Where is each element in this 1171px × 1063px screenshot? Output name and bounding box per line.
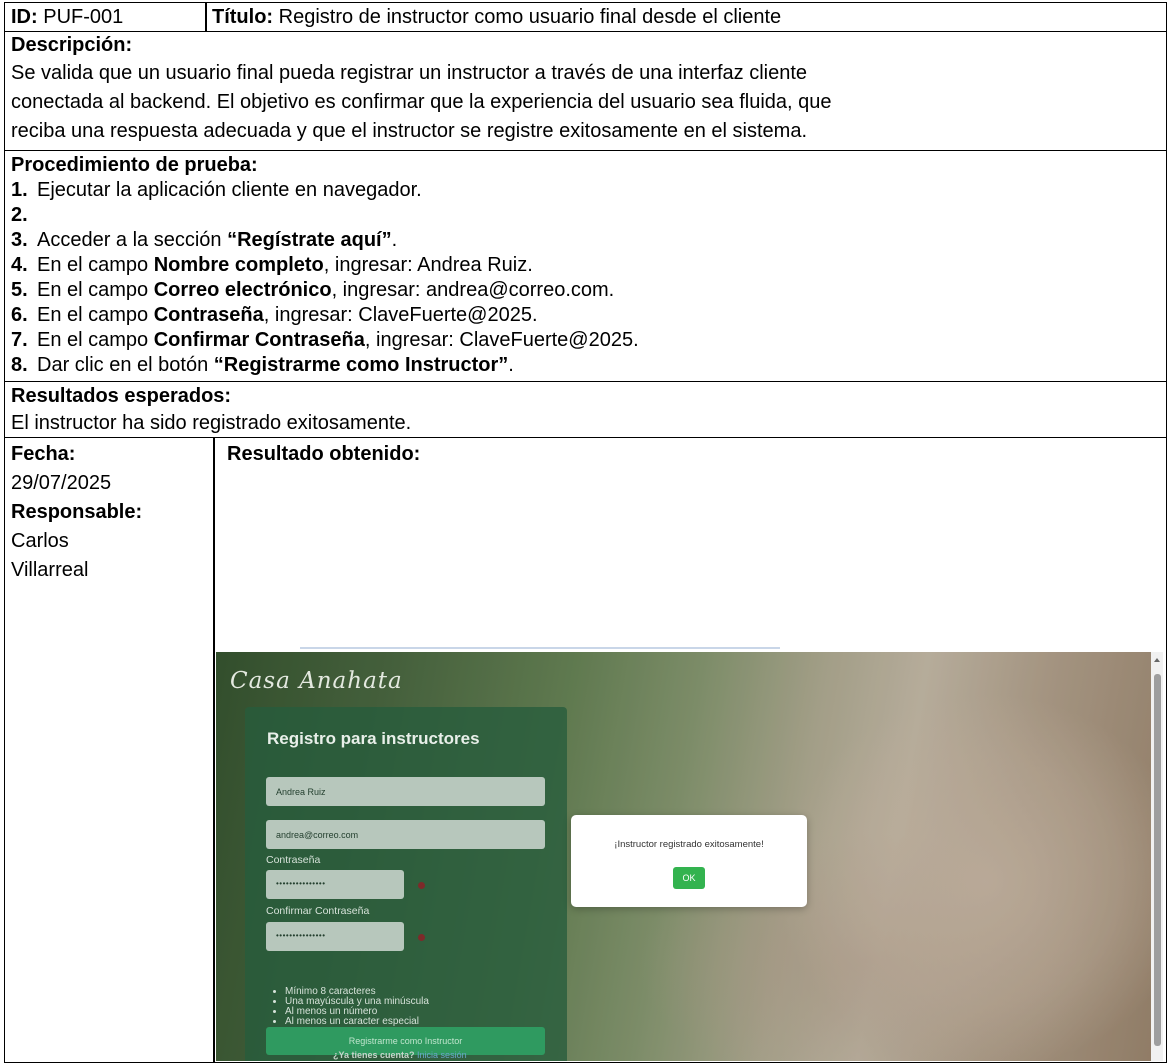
- step-field: Contraseña: [153, 304, 264, 326]
- id-label: ID:: [11, 6, 38, 28]
- step-field: Correo electrónico: [153, 279, 332, 301]
- instructor-register-form: Registro para instructores Andrea Ruiz a…: [245, 707, 567, 1061]
- step-text: En el campo: [37, 279, 154, 301]
- procedure-step: 3. Acceder a la sección “Regístrate aquí”…: [5, 228, 1166, 253]
- responsible-label: Responsable:: [11, 501, 143, 523]
- confirm-password-input[interactable]: •••••••••••••••: [266, 922, 404, 951]
- login-prompt-text: ¿Ya tienes cuenta?: [333, 1050, 415, 1060]
- step-number: 2.: [11, 204, 28, 226]
- step-text: , ingresar: ClaveFuerte@2025.: [263, 304, 538, 326]
- step-number: 1.: [11, 179, 28, 201]
- procedure-step: 7. En el campo Confirmar Contraseña, ingr…: [5, 328, 1166, 353]
- step-number: 7.: [11, 329, 28, 351]
- expected-row: Resultados esperados: El instructor ha s…: [5, 382, 1166, 438]
- result-label: Resultado obtenido:: [227, 443, 421, 465]
- step-number: 8.: [11, 354, 28, 376]
- expected-label: Resultados esperados:: [11, 385, 232, 407]
- password-input[interactable]: •••••••••••••••: [266, 870, 404, 899]
- result-screenshot: Casa Anahata Registro para instructores …: [216, 652, 1163, 1061]
- description-line: Se valida que un usuario final pueda reg…: [11, 62, 808, 84]
- ok-button[interactable]: OK: [673, 867, 705, 889]
- procedure-step: 2.: [5, 203, 1166, 228]
- password-requirements: Mínimo 8 caracteres Una mayúscula y una …: [285, 987, 429, 1027]
- step-field: Confirmar Contraseña: [153, 329, 365, 351]
- description-line: conectada al backend. El objetivo es con…: [11, 91, 832, 113]
- procedure-steps: 1. Ejecutar la aplicación cliente en nave…: [5, 178, 1166, 378]
- expected-text: El instructor ha sido registrado exitosa…: [11, 412, 412, 434]
- procedure-step: 8. Dar clic en el botón “Registrarme como…: [5, 353, 1166, 378]
- success-message: ¡Instructor registrado exitosamente!: [614, 839, 764, 850]
- eye-icon[interactable]: [418, 882, 425, 889]
- step-field: Nombre completo: [153, 254, 324, 276]
- step-text: En el campo: [37, 254, 154, 276]
- procedure-step: 6. En el campo Contraseña, ingresar: Clav…: [5, 303, 1166, 328]
- description-label: Descripción:: [11, 34, 133, 56]
- title-label: Título:: [212, 6, 274, 28]
- step-text: En el campo: [37, 329, 154, 351]
- header-row: ID: PUF-001 Título: Registro de instruct…: [5, 3, 1166, 32]
- step-number: 3.: [11, 229, 28, 251]
- step-text: .: [391, 229, 398, 251]
- scroll-up-icon[interactable]: [1154, 658, 1160, 662]
- full-name-input[interactable]: Andrea Ruiz: [266, 777, 545, 806]
- step-text: Dar clic en el botón: [37, 354, 214, 376]
- responsible-value: Villarreal: [11, 559, 89, 581]
- meta-cell: Fecha: 29/07/2025 Responsable: Carlos Vi…: [5, 438, 213, 1062]
- brand-logo: Casa Anahata: [230, 668, 403, 694]
- procedure-step: 1. Ejecutar la aplicación cliente en nave…: [5, 178, 1166, 203]
- step-field: “Registrarme como Instructor”: [213, 354, 509, 376]
- list-item: Al menos un caracter especial: [285, 1017, 429, 1027]
- description-line: reciba una respuesta adecuada y que el i…: [11, 120, 807, 142]
- eye-icon[interactable]: [418, 934, 425, 941]
- scrollbar-thumb[interactable]: [1154, 674, 1161, 1046]
- password-label: Contraseña: [266, 854, 321, 866]
- date-value: 29/07/2025: [11, 472, 112, 494]
- login-prompt: ¿Ya tienes cuenta? Inicia sesión: [333, 1050, 467, 1060]
- step-text: .: [508, 354, 514, 376]
- title-cell: Título: Registro de instructor como usua…: [206, 2, 787, 31]
- step-number: 6.: [11, 304, 28, 326]
- success-dialog: ¡Instructor registrado exitosamente! OK: [571, 815, 807, 907]
- description-row: Descripción: Se valida que un usuario fi…: [5, 32, 1166, 151]
- id-cell: ID: PUF-001: [5, 2, 205, 31]
- login-link[interactable]: Inicia sesión: [417, 1050, 467, 1060]
- scrollbar[interactable]: [1151, 652, 1163, 1061]
- step-text: Ejecutar la aplicación cliente en navega…: [37, 179, 422, 201]
- form-title: Registro para instructores: [267, 729, 480, 748]
- step-number: 5.: [11, 279, 28, 301]
- step-number: 4.: [11, 254, 28, 276]
- step-text: , ingresar: andrea@correo.com.: [331, 279, 615, 301]
- step-text: Acceder a la sección: [37, 229, 228, 251]
- title-value: Registro de instructor como usuario fina…: [278, 6, 782, 28]
- procedure-step: 4. En el campo Nombre completo, ingresar:…: [5, 253, 1166, 278]
- procedure-row: Procedimiento de prueba: 1. Ejecutar la a…: [5, 151, 1166, 382]
- step-text: En el campo: [37, 304, 154, 326]
- procedure-step: 5. En el campo Correo electrónico, ingres…: [5, 278, 1166, 303]
- step-text: , ingresar: Andrea Ruiz.: [323, 254, 533, 276]
- id-value: PUF-001: [43, 6, 124, 28]
- procedure-label: Procedimiento de prueba:: [11, 154, 258, 176]
- step-field: “Regístrate aquí”: [227, 229, 392, 251]
- responsible-value: Carlos: [11, 530, 69, 552]
- step-text: , ingresar: ClaveFuerte@2025.: [364, 329, 639, 351]
- screenshot-top-line: [300, 647, 780, 649]
- date-label: Fecha:: [11, 443, 76, 465]
- confirm-password-label: Confirmar Contraseña: [266, 905, 370, 917]
- email-input[interactable]: andrea@correo.com: [266, 820, 545, 849]
